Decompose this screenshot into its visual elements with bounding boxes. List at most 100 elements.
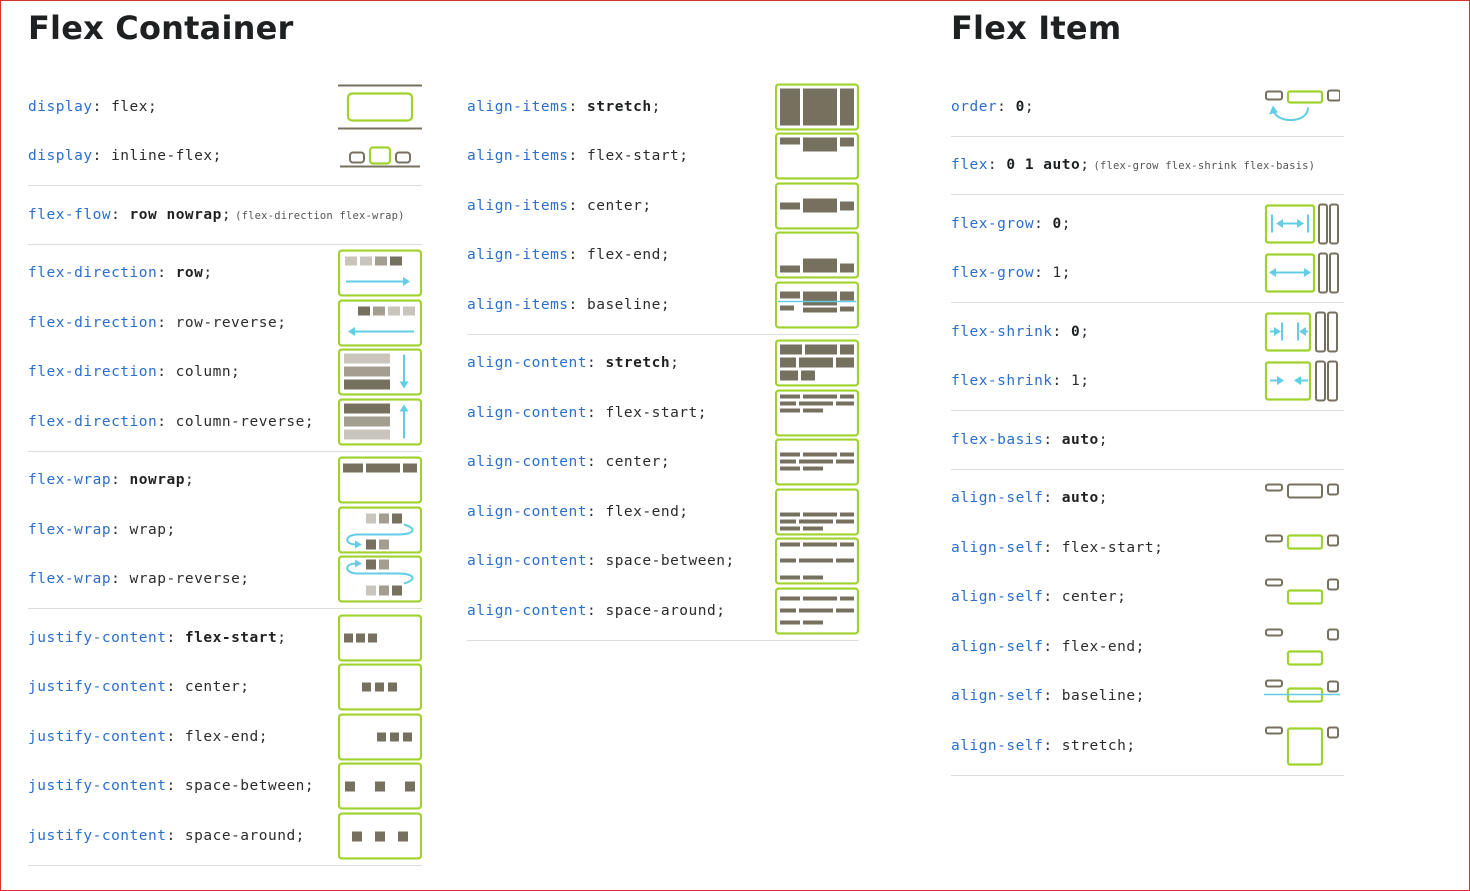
property-row: flex-direction: row-reverse;	[28, 298, 422, 348]
default-value: stretch	[605, 355, 671, 372]
default-value: flex-start	[184, 629, 278, 646]
default-value: 0	[1052, 215, 1062, 232]
css-declaration: align-items: flex-start;	[467, 148, 689, 164]
css-declaration: flex-wrap: wrap;	[28, 522, 176, 538]
property-row: align-self: flex-end;	[951, 622, 1344, 672]
css-declaration: flex-basis: auto;	[951, 432, 1108, 448]
property-row: order: 0;	[951, 82, 1344, 132]
css-declaration: align-items: center;	[467, 198, 652, 214]
semicolon: ;	[184, 472, 195, 489]
separator-colon: :	[997, 98, 1016, 115]
justify-content-flex-end-icon	[338, 713, 422, 761]
property-value: : center;	[1043, 589, 1127, 606]
css-declaration: flex-grow: 0;	[951, 216, 1071, 232]
property-row: flex-flow: row nowrap; (flex-direction fl…	[28, 190, 422, 240]
align-items-stretch-icon	[775, 83, 859, 131]
display-flex-icon	[338, 83, 422, 130]
css-declaration: display: flex;	[28, 99, 157, 115]
property-name: align-content	[467, 454, 587, 471]
css-declaration: justify-content: space-around;	[28, 828, 305, 844]
property-value: : row-reverse;	[157, 314, 287, 331]
css-declaration: flex-direction: column;	[28, 364, 240, 380]
css-declaration: flex-shrink: 1;	[951, 373, 1089, 389]
property-name: align-items	[467, 148, 569, 165]
flex-shrink-1-icon	[1264, 358, 1340, 405]
section-divider	[467, 639, 859, 641]
separator-colon: :	[568, 98, 587, 115]
property-row: flex-basis: auto;	[951, 415, 1344, 465]
css-declaration: align-self: stretch;	[951, 738, 1136, 754]
css-declaration: align-items: stretch;	[467, 99, 661, 115]
property-value: : flex-start;	[568, 148, 689, 165]
separator-colon: :	[987, 157, 1007, 174]
align-content-space-around-icon	[775, 587, 859, 635]
section-divider	[28, 864, 422, 866]
property-name: align-content	[467, 503, 587, 520]
property-value: : stretch;	[1043, 737, 1136, 754]
default-value: 0	[1015, 98, 1025, 115]
semicolon: ;	[1080, 157, 1090, 174]
property-name: flex	[951, 157, 988, 174]
property-row: flex-shrink: 0;	[951, 307, 1344, 357]
property-name: flex-direction	[28, 413, 158, 430]
property-name: flex-shrink	[951, 323, 1053, 340]
property-value: : space-between;	[587, 553, 735, 570]
section-divider	[467, 333, 859, 335]
property-value: : center;	[166, 679, 250, 696]
flex-wrap-wrap-icon	[338, 506, 422, 554]
semicolon: ;	[277, 629, 287, 646]
separator-colon: :	[587, 355, 606, 372]
property-row: justify-content: flex-start;	[28, 613, 422, 663]
css-declaration: justify-content: space-between;	[28, 778, 314, 794]
flex-direction-row-reverse-icon	[338, 299, 422, 347]
property-name: flex-wrap	[28, 571, 112, 588]
align-items-center-icon	[775, 182, 859, 230]
flex-container-heading: Flex Container	[28, 9, 294, 47]
property-name: flex-direction	[28, 265, 158, 282]
separator-colon: :	[1034, 215, 1053, 232]
default-value: row	[175, 265, 204, 282]
property-name: flex-shrink	[951, 373, 1053, 390]
css-declaration: justify-content: flex-end;	[28, 729, 268, 745]
property-name: align-self	[951, 589, 1044, 606]
property-value: : flex-end;	[1043, 638, 1145, 655]
property-name: align-content	[467, 404, 587, 421]
section-divider	[951, 135, 1344, 137]
property-value: : baseline;	[1043, 688, 1145, 705]
css-declaration: align-items: flex-end;	[467, 247, 670, 263]
css-declaration: flex-flow: row nowrap; (flex-direction fl…	[28, 207, 405, 223]
flex-grow-0-icon	[1264, 200, 1340, 247]
property-row: align-self: baseline;	[951, 672, 1344, 722]
justify-content-space-around-icon	[338, 812, 422, 860]
css-declaration: align-content: flex-start;	[467, 405, 707, 421]
section-divider	[951, 468, 1344, 470]
property-value: : flex;	[92, 98, 158, 115]
section-divider	[28, 185, 422, 186]
css-declaration: align-content: space-between;	[467, 553, 735, 569]
default-value: stretch	[587, 98, 652, 115]
align-self-center-icon	[1264, 574, 1340, 621]
property-name: display	[28, 98, 93, 115]
align-content-flex-end-icon	[775, 488, 859, 536]
property-name: justify-content	[28, 679, 167, 696]
property-row: flex-wrap: wrap;	[28, 505, 422, 555]
separator-colon: :	[1052, 323, 1071, 340]
semicolon: ;	[1098, 431, 1108, 448]
semicolon: ;	[651, 98, 661, 115]
css-declaration: flex-shrink: 0;	[951, 324, 1089, 340]
property-value: : flex-end;	[587, 503, 689, 520]
css-declaration: flex-direction: column-reverse;	[28, 414, 314, 430]
semicolon: ;	[1024, 98, 1035, 115]
property-value: : flex-end;	[166, 728, 268, 745]
semicolon: ;	[1080, 323, 1090, 340]
property-value: : space-between;	[166, 778, 315, 795]
align-items-baseline-icon	[775, 281, 859, 329]
property-row: flex-direction: column-reverse;	[28, 397, 422, 447]
property-row: flex-grow: 0;	[951, 199, 1344, 249]
property-value: : column-reverse;	[157, 413, 315, 430]
property-row: display: inline-flex;	[28, 132, 422, 182]
property-name: flex-wrap	[28, 521, 112, 538]
property-value: : flex-end;	[568, 247, 671, 264]
property-name: display	[28, 148, 93, 165]
flex-direction-row-icon	[338, 249, 422, 297]
